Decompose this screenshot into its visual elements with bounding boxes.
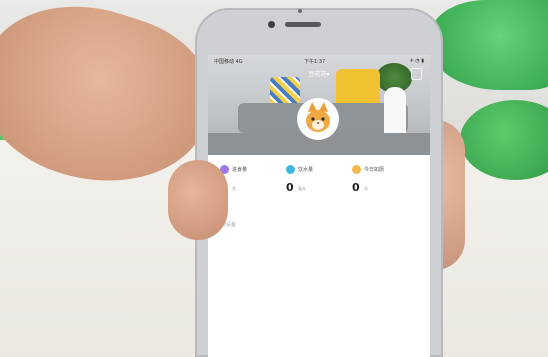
- pet-name-dropdown[interactable]: 豆花花▾: [208, 69, 430, 78]
- stat-label: 进食量: [232, 167, 248, 173]
- front-camera: [268, 21, 275, 28]
- pet-avatar[interactable]: [299, 100, 337, 138]
- stat-unit: 毫升: [298, 186, 306, 191]
- status-bar: 中国移动 4G 下午1:37 ✈ ◔ ▮: [208, 55, 430, 67]
- water-icon: [286, 165, 295, 174]
- device-icon[interactable]: [411, 68, 422, 80]
- litter-icon: [352, 165, 361, 174]
- carrier-label: 中国移动 4G: [214, 59, 243, 65]
- daily-stats: 进食量 0 克 饮水量 0 毫升 今日如厕 0 次: [208, 159, 430, 209]
- profile-header: 中国移动 4G 下午1:37 ✈ ◔ ▮ 豆花花▾: [208, 55, 430, 155]
- stat-litter[interactable]: 今日如厕 0 次: [348, 159, 408, 207]
- stat-unit: 次: [364, 186, 368, 191]
- stat-water[interactable]: 饮水量 0 毫升: [282, 159, 342, 207]
- phone-sensor: [298, 9, 302, 13]
- vase: [384, 87, 406, 137]
- thumb: [168, 160, 228, 240]
- stat-value: 0: [352, 181, 360, 194]
- cat-face-icon: [306, 102, 330, 132]
- phone-screen: 中国移动 4G 下午1:37 ✈ ◔ ▮ 豆花花▾ 进食量 0 克: [208, 55, 430, 357]
- stat-value: 0: [286, 181, 294, 194]
- stat-unit: 克: [232, 186, 236, 191]
- stat-label: 饮水量: [298, 167, 314, 173]
- earpiece-speaker: [285, 22, 321, 27]
- clock: 下午1:37: [304, 59, 326, 65]
- stat-label: 今日如厕: [364, 167, 385, 173]
- status-icons: ✈ ◔ ▮: [409, 58, 424, 64]
